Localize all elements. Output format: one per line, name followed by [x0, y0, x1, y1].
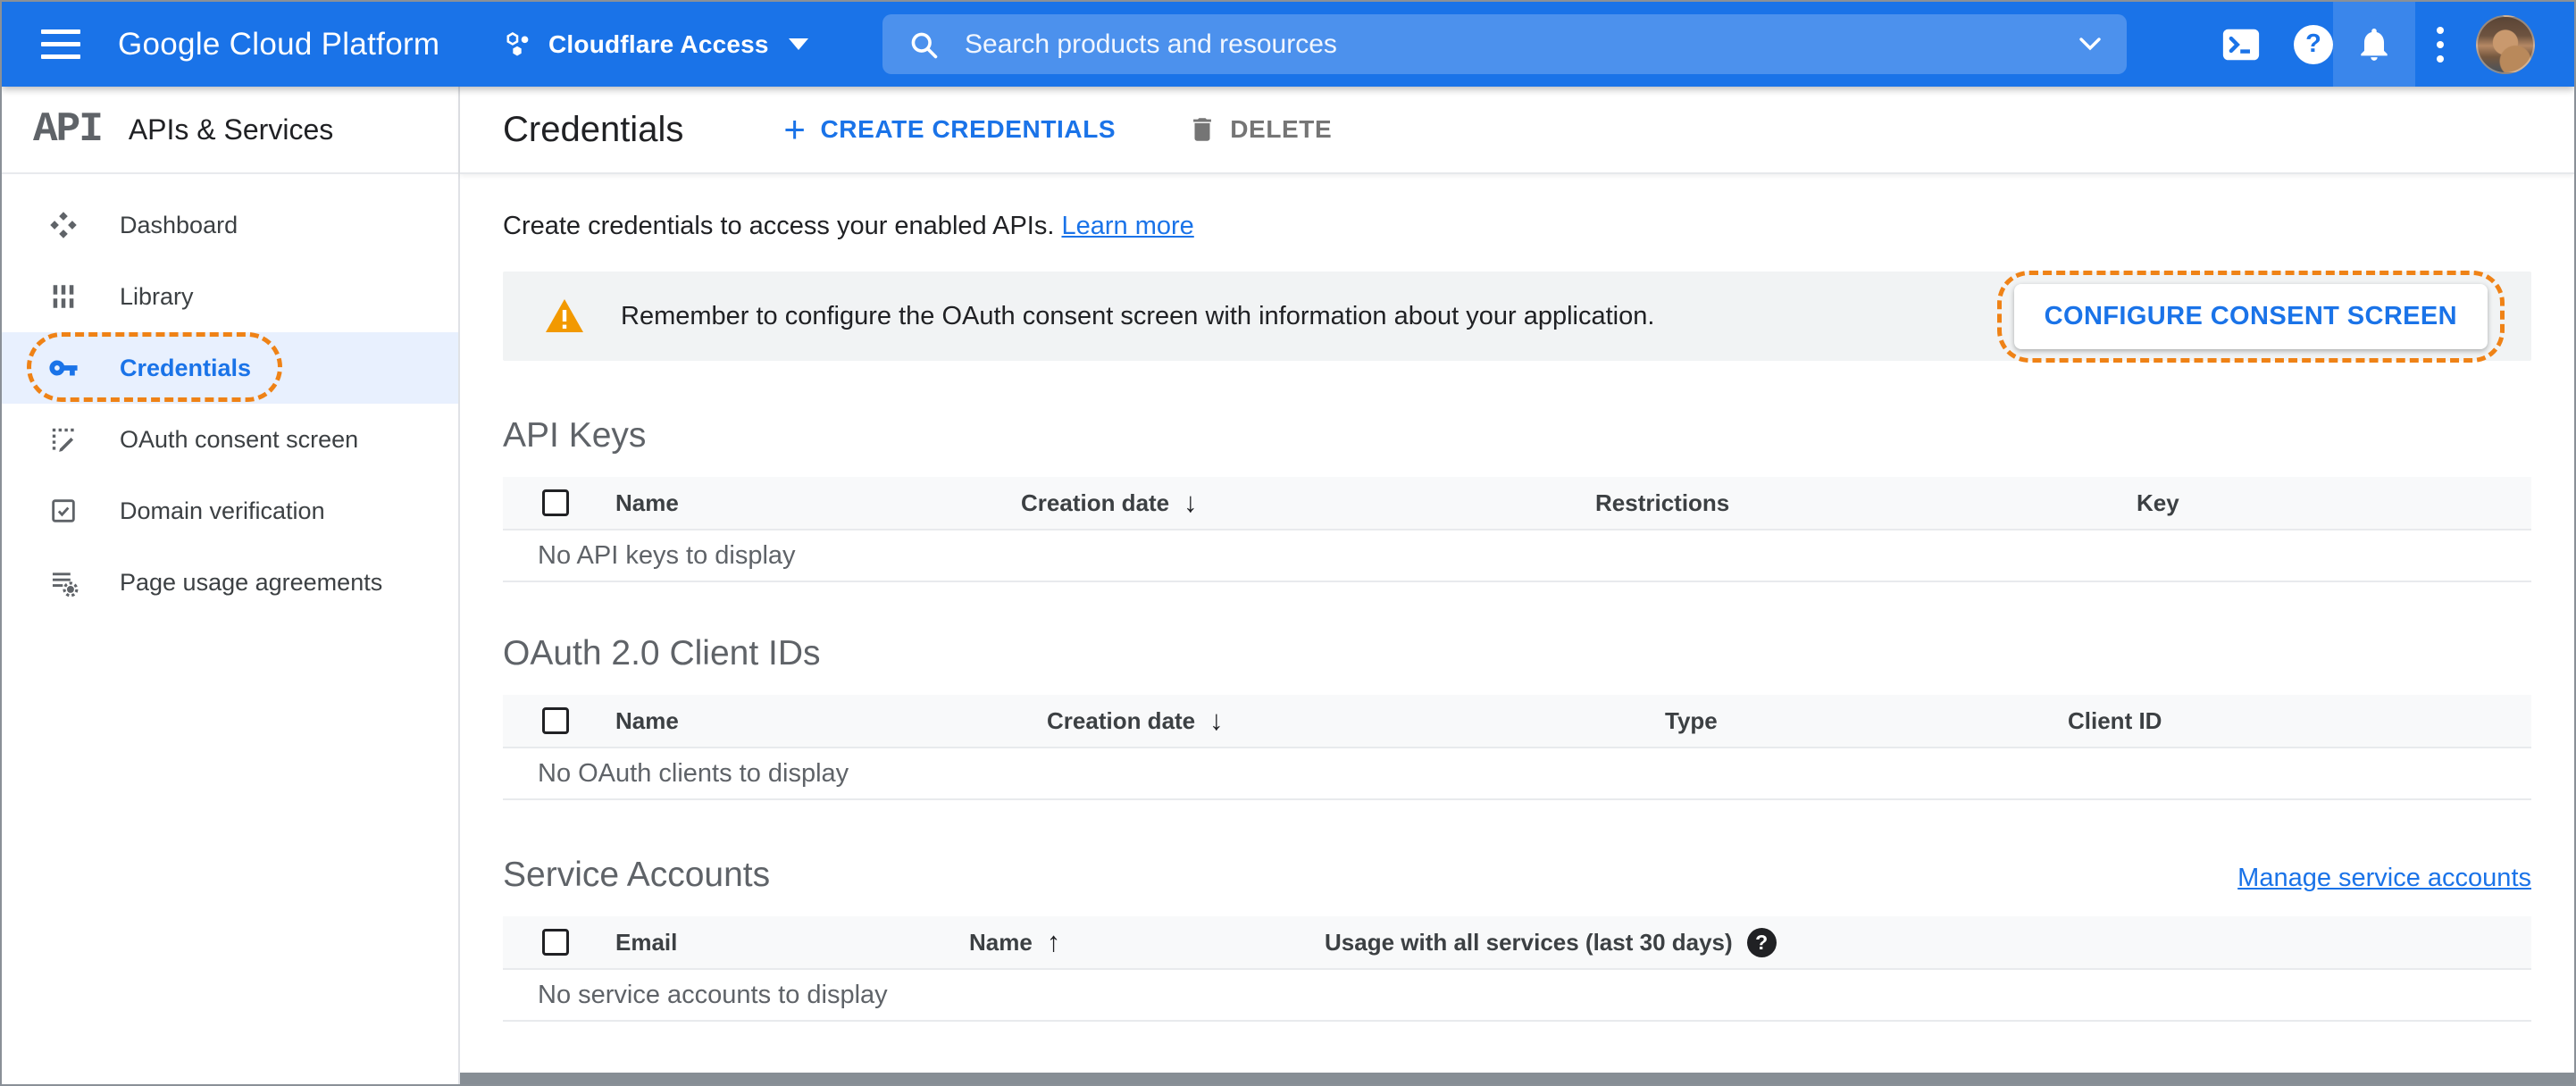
- sidebar-item-library[interactable]: Library: [2, 261, 458, 332]
- gcp-logo[interactable]: Google Cloud Platform: [118, 27, 439, 63]
- intro-text: Create credentials to access your enable…: [503, 212, 1194, 240]
- column-header-creation-date[interactable]: Creation date ↓: [1021, 487, 1595, 519]
- search-input[interactable]: [963, 28, 2061, 61]
- notifications-button[interactable]: [2333, 2, 2415, 87]
- api-keys-empty-row: No API keys to display: [503, 530, 2531, 582]
- search-icon: [907, 29, 940, 61]
- service-accounts-title: Service Accounts: [503, 856, 771, 894]
- main-panel: Credentials + CREATE CREDENTIALS DELETE …: [460, 87, 2574, 1084]
- project-selector[interactable]: Cloudflare Access: [504, 2, 808, 87]
- sidebar-item-label: Dashboard: [120, 211, 238, 238]
- manage-service-accounts-link[interactable]: Manage service accounts: [2237, 864, 2531, 893]
- sort-asc-icon: ↑: [1046, 926, 1061, 957]
- page-title: Credentials: [503, 109, 684, 149]
- search-bar[interactable]: [882, 14, 2127, 74]
- sidebar-item-label: Library: [120, 282, 194, 310]
- horizontal-scrollbar[interactable]: [460, 1073, 2574, 1084]
- sidebar-header: API APIs & Services: [2, 87, 458, 174]
- oauth-clients-title: OAuth 2.0 Client IDs: [503, 634, 821, 672]
- project-name: Cloudflare Access: [548, 29, 769, 58]
- consent-screen-icon: [48, 424, 79, 455]
- domain-verification-icon: [48, 496, 79, 526]
- column-header-name: Name: [615, 489, 679, 516]
- column-header-creation-date[interactable]: Creation date ↓: [1047, 705, 1665, 737]
- api-keys-title: API Keys: [503, 416, 647, 455]
- select-all-checkbox[interactable]: [542, 707, 569, 734]
- cloud-shell-icon[interactable]: [2221, 24, 2262, 65]
- page-toolbar: Credentials + CREATE CREDENTIALS DELETE: [460, 87, 2574, 174]
- key-icon: [48, 351, 79, 385]
- select-all-checkbox[interactable]: [542, 929, 569, 956]
- sidebar-item-credentials[interactable]: Credentials: [2, 332, 458, 404]
- sidebar-item-dashboard[interactable]: Dashboard: [2, 189, 458, 261]
- delete-button[interactable]: DELETE: [1187, 114, 1332, 145]
- column-header-client-id: Client ID: [2068, 706, 2162, 734]
- oauth-empty-row: No OAuth clients to display: [503, 748, 2531, 800]
- sidebar-title: APIs & Services: [128, 113, 334, 146]
- hamburger-menu-icon[interactable]: [41, 16, 98, 73]
- service-accounts-table-header: Email Name ↑ Usage with all services (la…: [503, 916, 2531, 970]
- configure-consent-screen-button[interactable]: CONFIGURE CONSENT SCREEN: [2013, 283, 2488, 349]
- column-header-usage: Usage with all services (last 30 days) ?: [1325, 927, 2531, 957]
- api-keys-table-header: Name Creation date ↓ Restrictions Key: [503, 477, 2531, 530]
- sidebar: API APIs & Services Dashboard Library Cr…: [2, 87, 460, 1084]
- gcp-console-window: Google Cloud Platform Cloudflare Access: [0, 0, 2576, 1086]
- column-header-name[interactable]: Name ↑: [969, 926, 1325, 958]
- column-header-restrictions: Restrictions: [1595, 489, 1730, 516]
- sidebar-item-page-usage-agreements[interactable]: Page usage agreements: [2, 547, 458, 618]
- service-accounts-empty-row: No service accounts to display: [503, 970, 2531, 1022]
- library-icon: [48, 281, 79, 312]
- sidebar-item-label: Credentials: [120, 354, 252, 381]
- column-header-email: Email: [615, 928, 678, 956]
- sidebar-item-label: OAuth consent screen: [120, 425, 359, 453]
- search-chevron-down-icon[interactable]: [2078, 37, 2102, 53]
- avatar[interactable]: [2476, 14, 2535, 74]
- app-header: Google Cloud Platform Cloudflare Access: [2, 2, 2574, 87]
- sidebar-item-oauth-consent-screen[interactable]: OAuth consent screen: [2, 404, 458, 475]
- warning-icon: [544, 297, 585, 335]
- page-content: Create credentials to access your enable…: [460, 174, 2574, 1084]
- sort-desc-icon: ↓: [1183, 487, 1198, 518]
- page-usage-agreements-icon: [48, 567, 79, 597]
- consent-warning-banner: Remember to configure the OAuth consent …: [503, 270, 2531, 363]
- chevron-down-icon: [788, 38, 808, 50]
- app-body: API APIs & Services Dashboard Library Cr…: [2, 87, 2574, 1084]
- trash-icon: [1193, 118, 1212, 141]
- sidebar-nav: Dashboard Library Credentials OAuth cons…: [2, 174, 458, 618]
- service-accounts-title-row: Service Accounts Manage service accounts: [503, 856, 2531, 895]
- banner-message: Remember to configure the OAuth consent …: [621, 301, 1655, 330]
- more-options-icon[interactable]: [2415, 2, 2465, 87]
- sidebar-item-label: Domain verification: [120, 497, 325, 524]
- select-all-checkbox[interactable]: [542, 489, 569, 516]
- project-icon: [504, 29, 534, 60]
- sort-desc-icon: ↓: [1209, 705, 1224, 736]
- usage-help-icon[interactable]: ?: [1746, 927, 1777, 957]
- create-credentials-button[interactable]: + CREATE CREDENTIALS: [783, 111, 1116, 148]
- learn-more-link[interactable]: Learn more: [1061, 212, 1193, 240]
- bell-icon: [2355, 26, 2393, 63]
- column-header-key: Key: [2137, 489, 2179, 516]
- column-header-name: Name: [615, 706, 679, 734]
- help-icon[interactable]: ?: [2294, 24, 2333, 64]
- sidebar-item-domain-verification[interactable]: Domain verification: [2, 475, 458, 547]
- api-logo: API: [33, 106, 104, 153]
- dashboard-icon: [48, 210, 79, 240]
- column-header-type: Type: [1665, 706, 1718, 734]
- oauth-table-header: Name Creation date ↓ Type Client ID: [503, 695, 2531, 748]
- sidebar-item-label: Page usage agreements: [120, 568, 383, 596]
- tutorial-highlight-ring: CONFIGURE CONSENT SCREEN: [1996, 270, 2505, 363]
- header-actions: ?: [2221, 2, 2574, 87]
